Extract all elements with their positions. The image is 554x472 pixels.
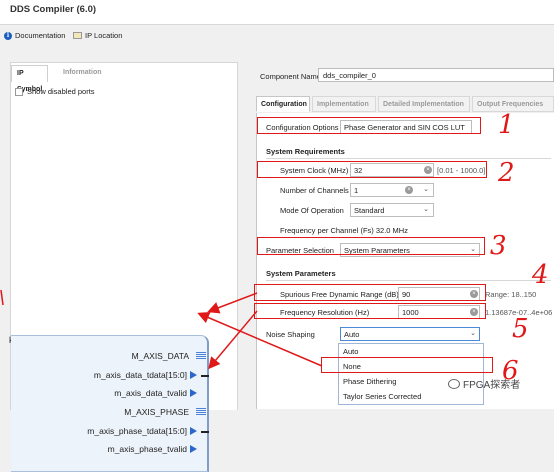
port-m-axis-phase-tdata: m_axis_phase_tdata[15:0]	[87, 426, 187, 436]
bus-connector-icon[interactable]	[196, 408, 206, 417]
annotation-arrows	[0, 289, 323, 370]
port-m-axis-phase-tvalid: m_axis_phase_tvalid	[107, 444, 187, 454]
watermark: FPGA探索者	[448, 376, 520, 391]
arrow-res-to-phase	[208, 310, 258, 370]
wechat-icon	[448, 378, 460, 389]
output-arrow-icon[interactable]	[190, 427, 197, 435]
arrow-sfdr-to-data	[207, 292, 258, 314]
output-arrow-icon[interactable]	[190, 445, 197, 453]
annotation-mark	[0, 289, 4, 306]
watermark-text: FPGA探索者	[463, 380, 521, 391]
port-pin	[201, 431, 209, 433]
